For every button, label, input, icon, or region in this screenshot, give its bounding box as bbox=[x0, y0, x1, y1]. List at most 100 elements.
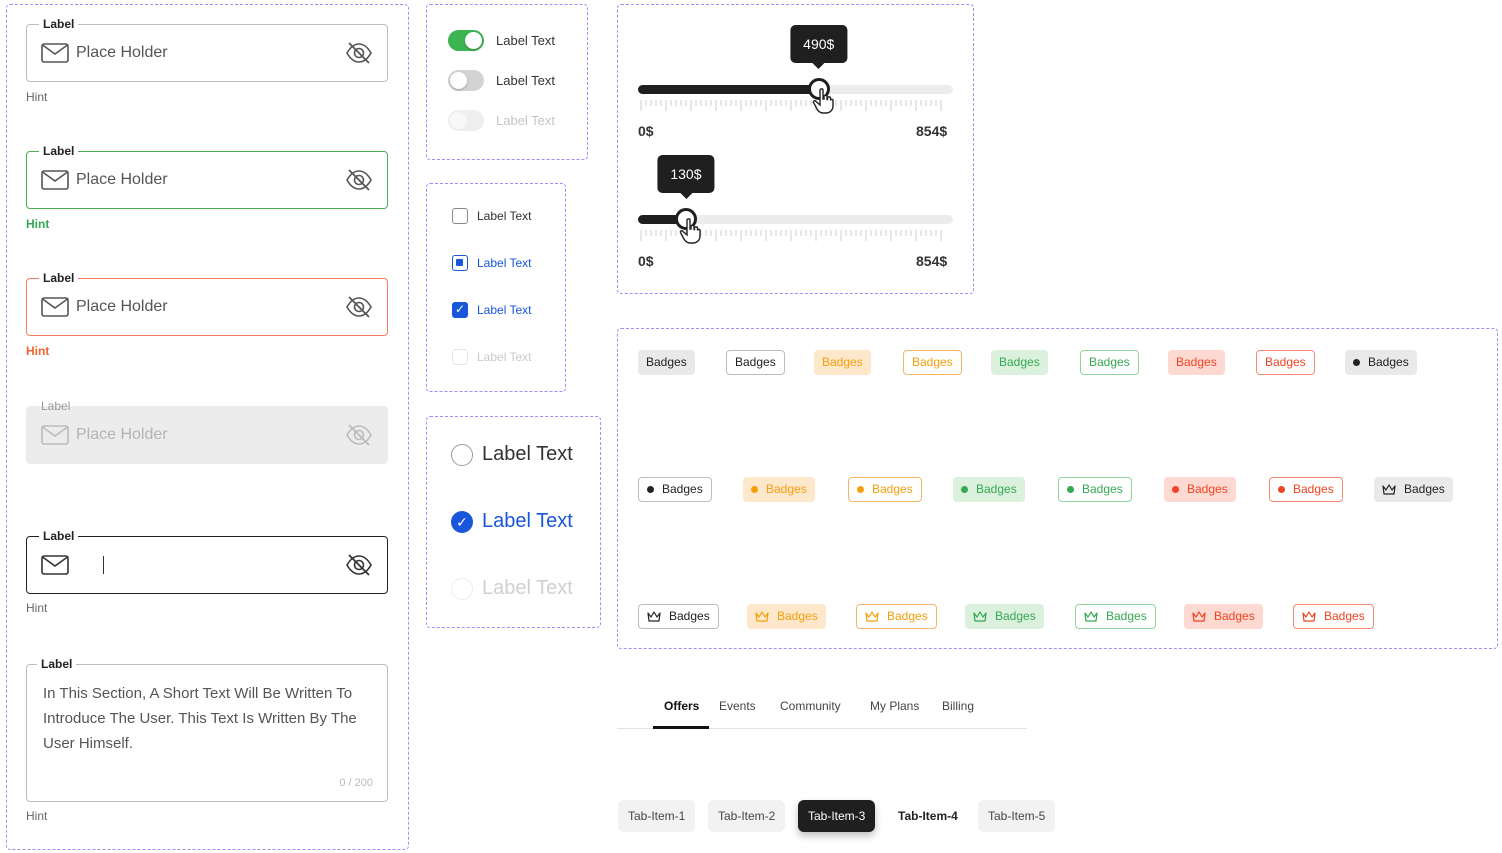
badge-text: Badges bbox=[995, 609, 1036, 623]
tab-item-3[interactable]: Tab-Item-3 bbox=[798, 800, 876, 832]
toggle-knob bbox=[450, 112, 467, 129]
tab-my-plans[interactable]: My Plans bbox=[870, 699, 919, 713]
checkbox-label: Label Text bbox=[477, 350, 532, 364]
text-field-success[interactable]: Label Place Holder bbox=[26, 144, 388, 209]
textarea-field[interactable]: Label In This Section, A Short Text Will… bbox=[26, 657, 388, 802]
badge-text: Badges bbox=[1089, 355, 1130, 369]
badge-grey-filled-dot: Badges bbox=[1345, 350, 1417, 375]
crown-icon bbox=[973, 611, 987, 622]
dot-icon bbox=[1353, 359, 1360, 366]
checkbox-indeterminate[interactable]: Label Text bbox=[452, 255, 532, 271]
badge-orange-filled: Badges bbox=[814, 350, 871, 375]
field-hint: Hint bbox=[26, 809, 48, 823]
check-icon[interactable]: ✓ bbox=[452, 302, 468, 318]
checkbox-checked[interactable]: ✓ Label Text bbox=[452, 302, 532, 318]
radio-label: Label Text bbox=[482, 577, 573, 599]
badge-orange-filled-dot: Badges bbox=[743, 477, 815, 502]
slider-track[interactable] bbox=[638, 78, 953, 100]
tab-item-2[interactable]: Tab-Item-2 bbox=[708, 800, 786, 832]
tab-offers[interactable]: Offers bbox=[664, 699, 699, 713]
tab-billing[interactable]: Billing bbox=[942, 699, 974, 713]
slider-fill bbox=[638, 85, 823, 94]
text-field-focused[interactable]: Label bbox=[26, 529, 388, 594]
mail-icon bbox=[41, 297, 69, 317]
field-label: Label bbox=[39, 271, 79, 285]
toggle-switch[interactable] bbox=[448, 70, 484, 91]
crown-icon bbox=[1382, 484, 1396, 495]
badge-text: Badges bbox=[999, 355, 1040, 369]
badge-orange-outline-dot: Badges bbox=[848, 477, 922, 502]
checkbox-label: Label Text bbox=[477, 256, 532, 270]
dot-icon bbox=[1067, 486, 1074, 493]
toggle-switch bbox=[448, 110, 484, 131]
tab-community[interactable]: Community bbox=[780, 699, 841, 713]
badge-text: Badges bbox=[976, 482, 1017, 496]
dot-icon bbox=[751, 486, 758, 493]
checkbox-box[interactable] bbox=[452, 208, 468, 224]
mail-icon bbox=[41, 43, 69, 63]
eye-off-icon[interactable] bbox=[345, 295, 373, 319]
field-hint: Hint bbox=[26, 90, 48, 104]
eye-off-icon[interactable] bbox=[345, 168, 373, 192]
badge-green-filled: Badges bbox=[991, 350, 1048, 375]
char-counter: 0 / 200 bbox=[339, 777, 373, 789]
text-field-default[interactable]: Label Place Holder bbox=[26, 17, 388, 82]
crown-icon bbox=[1302, 611, 1316, 622]
badge-orange-filled-crown: Badges bbox=[747, 604, 826, 629]
badge-text: Badges bbox=[735, 355, 776, 369]
hand-pointer-icon bbox=[679, 218, 701, 244]
eye-off-icon[interactable] bbox=[345, 553, 373, 577]
field-label: Label bbox=[39, 17, 79, 31]
tab-events[interactable]: Events bbox=[719, 699, 756, 713]
toggle-on[interactable]: Label Text bbox=[448, 30, 555, 51]
field-hint-success: Hint bbox=[26, 217, 50, 231]
slider-value-tooltip: 490$ bbox=[790, 25, 848, 69]
badge-green-outline-crown: Badges bbox=[1075, 604, 1156, 629]
badge-text: Badges bbox=[777, 609, 818, 623]
checkbox-disabled: Label Text bbox=[452, 349, 532, 365]
toggle-switch[interactable] bbox=[448, 30, 484, 51]
checkbox-box[interactable] bbox=[452, 255, 468, 271]
field-label: Label bbox=[37, 657, 77, 671]
dot-icon bbox=[647, 486, 654, 493]
dot-icon bbox=[1278, 486, 1285, 493]
checkbox-unchecked[interactable]: Label Text bbox=[452, 208, 532, 224]
dot-icon bbox=[961, 486, 968, 493]
slider-max-label: 854$ bbox=[916, 253, 948, 269]
tab-item-4[interactable]: Tab-Item-4 bbox=[888, 800, 968, 832]
toggle-knob bbox=[450, 72, 467, 89]
eye-off-icon[interactable] bbox=[345, 41, 373, 65]
badge-green-outline: Badges bbox=[1080, 350, 1139, 375]
badge-text: Badges bbox=[912, 355, 953, 369]
slider-value-tooltip: 130$ bbox=[657, 155, 715, 199]
badge-red-filled-crown: Badges bbox=[1184, 604, 1263, 629]
field-label: Label bbox=[41, 399, 71, 413]
checkbox-box bbox=[452, 349, 468, 365]
badge-green-filled-crown: Badges bbox=[965, 604, 1044, 629]
toggle-label: Label Text bbox=[496, 73, 556, 88]
badge-text: Badges bbox=[1214, 609, 1255, 623]
checkbox-label: Label Text bbox=[477, 209, 532, 223]
radio-circle[interactable] bbox=[451, 443, 473, 466]
badge-red-outline-crown: Badges bbox=[1293, 604, 1374, 629]
badge-red-outline: Badges bbox=[1256, 350, 1315, 375]
badge-text: Badges bbox=[887, 609, 928, 623]
field-placeholder: Place Holder bbox=[76, 44, 168, 61]
tab-item-5[interactable]: Tab-Item-5 bbox=[978, 800, 1056, 832]
toggle-off[interactable]: Label Text bbox=[448, 70, 555, 91]
active-tab-indicator bbox=[653, 726, 709, 729]
radio-selected[interactable]: ✓ Label Text bbox=[451, 510, 573, 533]
field-placeholder: Place Holder bbox=[76, 426, 168, 443]
crown-icon bbox=[1192, 611, 1206, 622]
tab-item-1[interactable]: Tab-Item-1 bbox=[618, 800, 696, 832]
crown-icon bbox=[865, 611, 879, 622]
badge-red-filled: Badges bbox=[1168, 350, 1225, 375]
crown-icon bbox=[755, 611, 769, 622]
badge-text: Badges bbox=[1324, 609, 1365, 623]
radio-unselected[interactable]: Label Text bbox=[451, 443, 573, 466]
mail-icon bbox=[41, 425, 69, 445]
check-circle-icon[interactable]: ✓ bbox=[451, 510, 473, 533]
radio-label: Label Text bbox=[482, 510, 573, 532]
slider-max-label: 854$ bbox=[916, 123, 948, 139]
text-field-error[interactable]: Label Place Holder bbox=[26, 271, 388, 336]
